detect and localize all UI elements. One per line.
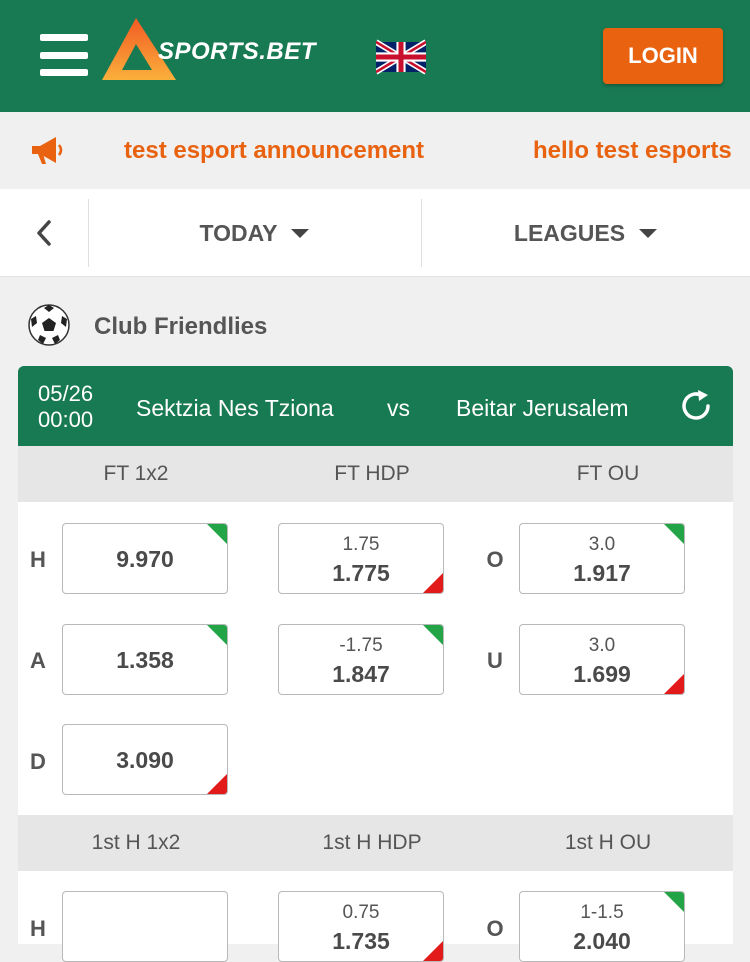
vs-label: vs [387, 395, 410, 421]
caret-down-icon [639, 228, 658, 238]
odds-button[interactable]: 0.75 1.735 [278, 891, 444, 962]
h1-market-header: 1st H 1x2 1st H HDP 1st H OU [18, 815, 733, 871]
refresh-icon[interactable] [678, 388, 714, 424]
market-title: FT OU [576, 462, 640, 485]
day-dropdown-label: TODAY [199, 219, 278, 246]
announcement-text: hello test esports [533, 137, 732, 164]
side-label: O [486, 916, 504, 941]
odds-button[interactable]: -1.75 1.847 [278, 624, 444, 695]
brand-name: SPORTS.BET [158, 38, 316, 65]
caret-down-icon [291, 228, 310, 238]
odds-button[interactable] [62, 891, 228, 962]
announcement-text: test esport announcement [124, 137, 425, 164]
away-team: Beitar Jerusalem [456, 395, 629, 421]
match-datetime: 05/26 00:00 [38, 381, 94, 432]
announcement-bar: test esport announcement hello test espo… [0, 112, 750, 189]
odds-button[interactable]: 1.75 1.775 [278, 523, 444, 594]
uk-flag-icon[interactable] [376, 39, 426, 75]
leagues-dropdown-label: LEAGUES [513, 219, 626, 246]
odds-button[interactable]: 3.090 [62, 724, 228, 795]
odds-button[interactable]: 3.0 1.699 [519, 624, 685, 695]
odds-down-icon [423, 941, 443, 961]
odds-button[interactable]: 1.358 [62, 624, 228, 695]
odds-button[interactable]: 1-1.5 2.040 [519, 891, 685, 962]
market-title: 1st H HDP [322, 831, 422, 854]
soccer-ball-icon [28, 304, 70, 346]
leagues-dropdown[interactable]: LEAGUES [421, 189, 750, 277]
side-label: H [30, 916, 46, 941]
megaphone-icon [32, 137, 63, 164]
menu-icon[interactable] [40, 34, 88, 76]
match-header: 05/26 00:00 Sektzia Nes Tziona vs Beitar… [18, 366, 733, 446]
login-button[interactable]: LOGIN [603, 28, 723, 84]
odds-down-icon [423, 573, 443, 593]
ft-market-header: FT 1x2 FT HDP FT OU [18, 446, 733, 502]
odds-down-icon [664, 674, 684, 694]
chevron-left-icon [37, 220, 51, 246]
side-label: A [30, 648, 46, 673]
market-title: FT HDP [334, 462, 410, 485]
home-team: Sektzia Nes Tziona [136, 395, 334, 421]
odds-up-icon [207, 524, 227, 544]
odds-up-icon [664, 892, 684, 912]
odds-down-icon [207, 774, 227, 794]
side-label: H [30, 547, 46, 572]
league-header[interactable]: Club Friendlies [0, 300, 750, 352]
market-title: 1st H 1x2 [91, 831, 181, 854]
day-dropdown[interactable]: TODAY [88, 189, 421, 277]
market-title: FT 1x2 [103, 462, 169, 485]
odds-up-icon [423, 625, 443, 645]
odds-up-icon [664, 524, 684, 544]
league-name: Club Friendlies [94, 313, 268, 340]
market-title: 1st H OU [564, 831, 652, 854]
side-label: O [486, 547, 504, 572]
side-label: D [30, 749, 46, 774]
brand-logo[interactable]: SPORTS.BET [102, 18, 352, 84]
odds-up-icon [207, 625, 227, 645]
top-header: SPORTS.BET LOGIN [0, 0, 750, 112]
odds-button[interactable]: 3.0 1.917 [519, 523, 685, 594]
side-label: U [487, 648, 503, 673]
back-button[interactable] [0, 189, 88, 277]
odds-button[interactable]: 9.970 [62, 523, 228, 594]
filter-bar: TODAY LEAGUES [0, 189, 750, 277]
